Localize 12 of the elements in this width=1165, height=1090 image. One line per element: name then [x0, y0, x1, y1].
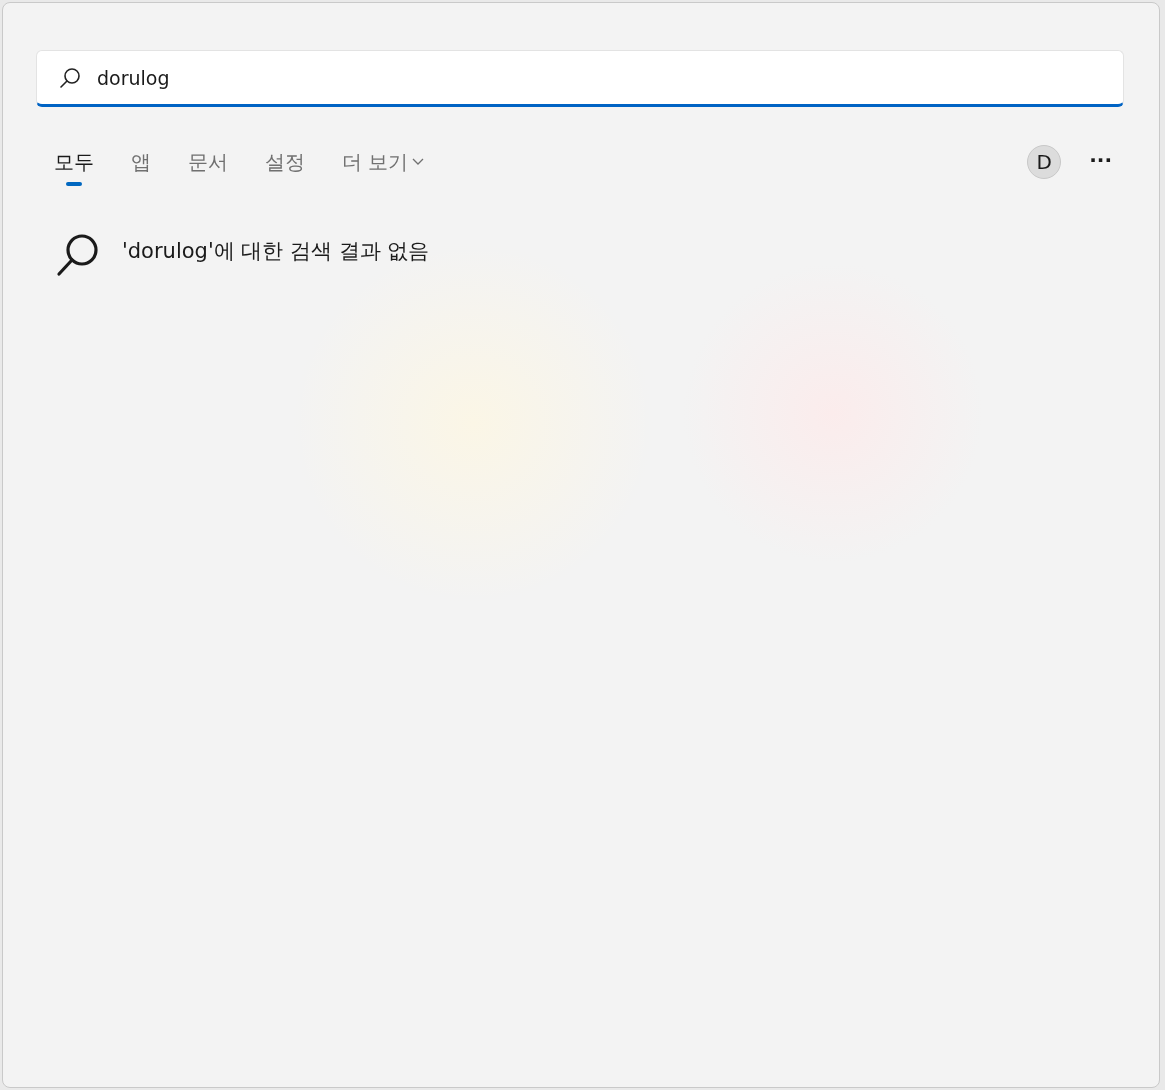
more-filters-dropdown[interactable]: 더 보기	[342, 148, 425, 186]
account-avatar[interactable]: D	[1027, 145, 1062, 179]
search-icon	[59, 66, 81, 89]
search-field[interactable]: dorulog	[36, 50, 1124, 107]
more-options-button[interactable]: ···	[1085, 148, 1116, 172]
filter-tab[interactable]: 설정	[265, 148, 305, 186]
search-input[interactable]: dorulog	[97, 66, 1123, 89]
filter-tab[interactable]: 앱	[131, 148, 151, 186]
filter-tab[interactable]: 모두	[54, 148, 94, 186]
chevron-down-icon	[412, 158, 425, 166]
filter-tab[interactable]: 문서	[188, 148, 228, 186]
no-results-message: 'dorulog'에 대한 검색 결과 없음	[122, 238, 430, 265]
